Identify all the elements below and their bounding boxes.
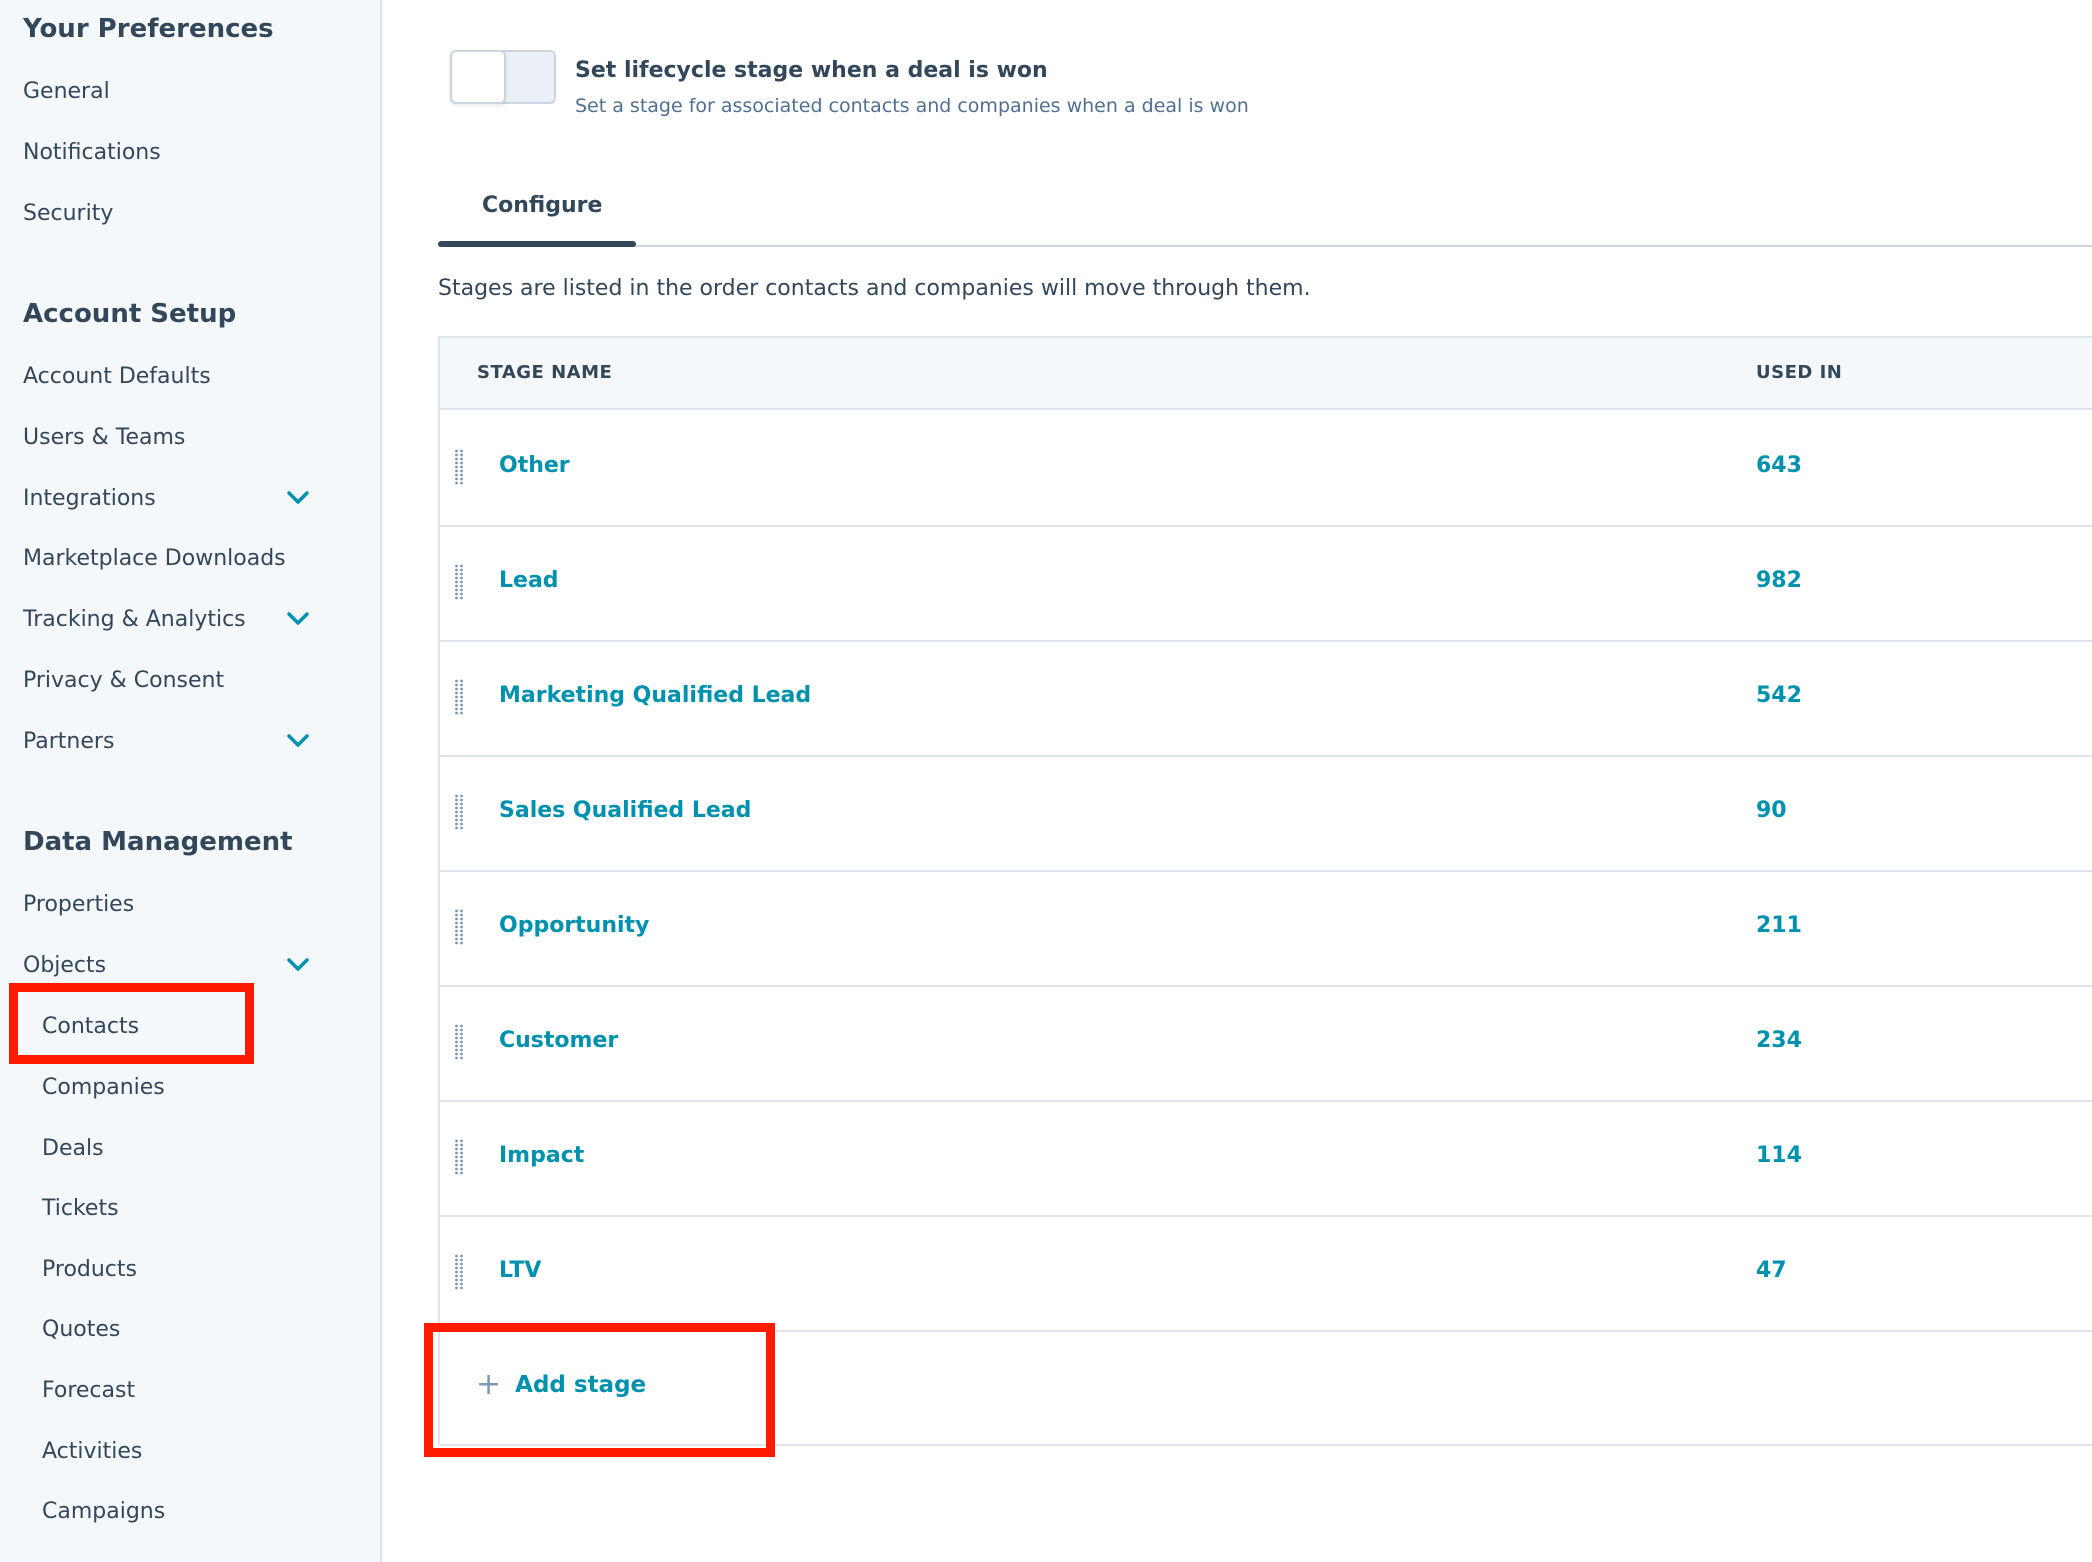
used-in-count[interactable]: 643 bbox=[1756, 453, 1802, 478]
stage-name-link[interactable]: Other bbox=[499, 453, 570, 478]
sidebar-item-users-teams[interactable]: Users & Teams bbox=[23, 425, 185, 450]
section-title-data-management: Data Management bbox=[23, 827, 293, 857]
table-row[interactable]: Opportunity 211 bbox=[440, 870, 2092, 987]
setting-description: Set a stage for associated contacts and … bbox=[575, 95, 1249, 117]
table-row[interactable]: LTV 47 bbox=[440, 1215, 2092, 1332]
sidebar-item-activities[interactable]: Activities bbox=[42, 1439, 142, 1464]
sidebar-item-quotes[interactable]: Quotes bbox=[42, 1317, 120, 1342]
sidebar-item-privacy-consent[interactable]: Privacy & Consent bbox=[23, 668, 224, 693]
section-title-your-preferences: Your Preferences bbox=[23, 14, 274, 44]
sidebar-item-marketplace-downloads[interactable]: Marketplace Downloads bbox=[23, 546, 286, 571]
drag-handle-icon[interactable] bbox=[454, 1139, 464, 1175]
plus-icon: + bbox=[476, 1367, 502, 1402]
used-in-count[interactable]: 982 bbox=[1756, 568, 1802, 593]
chevron-down-icon[interactable] bbox=[282, 725, 314, 757]
chevron-down-icon[interactable] bbox=[282, 949, 314, 981]
intro-text: Stages are listed in the order contacts … bbox=[438, 276, 1311, 301]
table-row[interactable]: Impact 114 bbox=[440, 1100, 2092, 1217]
sidebar-item-deals[interactable]: Deals bbox=[42, 1136, 104, 1161]
settings-sidebar: Your Preferences General Notifications S… bbox=[0, 0, 382, 1562]
stage-name-link[interactable]: Impact bbox=[499, 1143, 584, 1168]
tab-divider bbox=[438, 245, 2092, 247]
sidebar-item-integrations[interactable]: Integrations bbox=[23, 486, 156, 511]
sidebar-item-notifications[interactable]: Notifications bbox=[23, 140, 161, 165]
stages-table: STAGE NAME USED IN Other 643 Lead 982 Market… bbox=[438, 336, 2092, 1446]
table-row[interactable]: Other 643 bbox=[440, 410, 2092, 527]
tab-active-indicator bbox=[438, 241, 636, 247]
drag-handle-icon[interactable] bbox=[454, 909, 464, 945]
table-row[interactable]: Sales Qualified Lead 90 bbox=[440, 755, 2092, 872]
used-in-count[interactable]: 542 bbox=[1756, 683, 1802, 708]
sidebar-item-campaigns[interactable]: Campaigns bbox=[42, 1499, 165, 1524]
drag-handle-icon[interactable] bbox=[454, 679, 464, 715]
chevron-down-icon[interactable] bbox=[282, 482, 314, 514]
used-in-count[interactable]: 234 bbox=[1756, 1028, 1802, 1053]
table-header: STAGE NAME USED IN bbox=[440, 338, 2092, 410]
drag-handle-icon[interactable] bbox=[454, 564, 464, 600]
used-in-count[interactable]: 211 bbox=[1756, 913, 1802, 938]
sidebar-item-contacts[interactable]: Contacts bbox=[42, 1014, 139, 1039]
sidebar-item-properties[interactable]: Properties bbox=[23, 892, 134, 917]
sidebar-item-account-defaults[interactable]: Account Defaults bbox=[23, 364, 211, 389]
table-row[interactable]: Customer 234 bbox=[440, 985, 2092, 1102]
stage-name-link[interactable]: Lead bbox=[499, 568, 559, 593]
column-header-used-in[interactable]: USED IN bbox=[1756, 362, 1842, 383]
drag-handle-icon[interactable] bbox=[454, 794, 464, 830]
column-header-stage-name[interactable]: STAGE NAME bbox=[477, 362, 612, 383]
setting-title: Set lifecycle stage when a deal is won bbox=[575, 58, 1048, 83]
sidebar-item-tickets[interactable]: Tickets bbox=[42, 1196, 119, 1221]
table-row[interactable]: Lead 982 bbox=[440, 525, 2092, 642]
sidebar-item-security[interactable]: Security bbox=[23, 201, 113, 226]
chevron-down-icon[interactable] bbox=[282, 603, 314, 635]
stage-name-link[interactable]: Customer bbox=[499, 1028, 618, 1053]
sidebar-item-forecast[interactable]: Forecast bbox=[42, 1378, 135, 1403]
sidebar-item-general[interactable]: General bbox=[23, 79, 110, 104]
sidebar-item-tracking-analytics[interactable]: Tracking & Analytics bbox=[23, 607, 246, 632]
stage-name-link[interactable]: Sales Qualified Lead bbox=[499, 798, 751, 823]
stage-name-link[interactable]: Opportunity bbox=[499, 913, 649, 938]
stage-name-link[interactable]: LTV bbox=[499, 1258, 541, 1283]
toggle-knob[interactable] bbox=[450, 50, 506, 104]
used-in-count[interactable]: 114 bbox=[1756, 1143, 1802, 1168]
table-row[interactable]: Marketing Qualified Lead 542 bbox=[440, 640, 2092, 757]
stage-name-link[interactable]: Marketing Qualified Lead bbox=[499, 683, 811, 708]
drag-handle-icon[interactable] bbox=[454, 449, 464, 485]
section-title-account-setup: Account Setup bbox=[23, 299, 237, 329]
sidebar-item-products[interactable]: Products bbox=[42, 1257, 137, 1282]
tab-configure[interactable]: Configure bbox=[482, 193, 602, 218]
sidebar-item-objects[interactable]: Objects bbox=[23, 953, 106, 978]
sidebar-item-companies[interactable]: Companies bbox=[42, 1075, 165, 1100]
sidebar-item-partners[interactable]: Partners bbox=[23, 729, 114, 754]
add-stage-button[interactable]: + Add stage bbox=[476, 1370, 646, 1400]
add-stage-label: Add stage bbox=[515, 1372, 647, 1398]
lifecycle-stage-toggle[interactable] bbox=[450, 50, 556, 104]
drag-handle-icon[interactable] bbox=[454, 1024, 464, 1060]
used-in-count[interactable]: 47 bbox=[1756, 1258, 1787, 1283]
drag-handle-icon[interactable] bbox=[454, 1254, 464, 1290]
used-in-count[interactable]: 90 bbox=[1756, 798, 1787, 823]
